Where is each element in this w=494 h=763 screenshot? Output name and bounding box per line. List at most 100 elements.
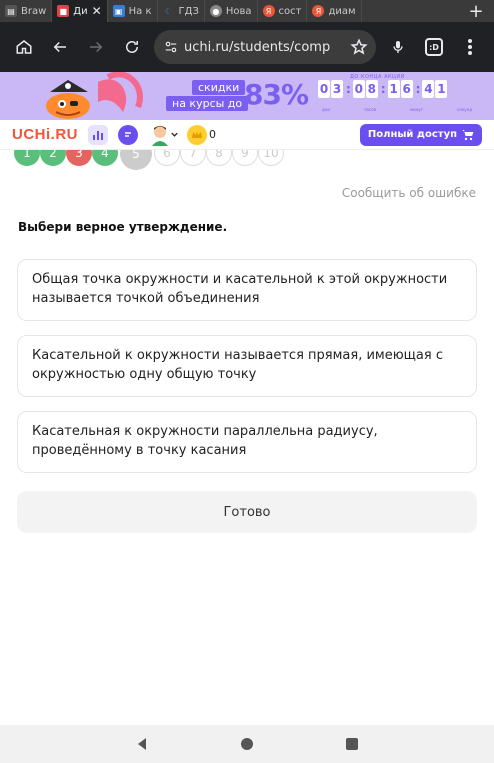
close-icon[interactable]: ✕	[92, 4, 102, 18]
tab-label: ГДЗ	[178, 5, 199, 17]
browser-tab[interactable]: ▤ Braw	[0, 0, 53, 22]
home-button[interactable]	[6, 29, 42, 65]
yandex-icon: Я	[312, 5, 325, 17]
timer-separator: :	[346, 82, 351, 96]
site-favicon-icon: ■	[57, 5, 70, 17]
tab-switcher-button[interactable]: :D	[416, 29, 452, 65]
full-access-label: Полный доступ	[367, 129, 457, 140]
timer-digit: 8	[365, 80, 378, 98]
countdown-timer: 0 3 : 0 8 : 1 6 : 4 1	[318, 80, 448, 98]
tab-label: сост	[278, 5, 302, 17]
timer-digit: 1	[435, 80, 448, 98]
browser-toolbar: uchi.ru/students/comp :D	[0, 22, 494, 72]
arrow-left-icon	[53, 41, 66, 53]
timer-unit: часов	[364, 107, 376, 112]
tab-count: :D	[425, 38, 443, 56]
reload-button[interactable]	[114, 29, 150, 65]
timer-unit: дни	[322, 107, 330, 112]
new-tab-button[interactable]: +	[458, 0, 494, 22]
cart-icon	[462, 129, 474, 140]
promo-percent: 83%	[244, 78, 309, 111]
answer-option[interactable]: Касательной к окружности называется прям…	[17, 335, 477, 397]
browser-menu-button[interactable]	[452, 29, 488, 65]
back-button[interactable]	[42, 29, 78, 65]
site-favicon-icon: ▣	[112, 5, 125, 17]
chrome-icon: ●	[209, 5, 222, 17]
full-access-button[interactable]: Полный доступ	[359, 123, 482, 146]
chat-button[interactable]	[118, 124, 138, 145]
browser-tab[interactable]: ▣ На к	[108, 0, 158, 22]
tab-label: диам	[328, 5, 356, 17]
progress-step-done[interactable]: 4	[92, 150, 118, 166]
browser-tab-active[interactable]: ■ Ди ✕	[52, 0, 108, 22]
tab-label: На к	[128, 5, 152, 17]
promo-banner[interactable]: скидки на курсы до 83% ДО КОНЦА АКЦИИ 0 …	[0, 72, 494, 120]
timer-digit: 0	[352, 80, 365, 98]
timer-separator: :	[380, 82, 386, 96]
home-icon	[16, 40, 32, 54]
forward-button[interactable]	[78, 29, 114, 65]
nav-back-icon[interactable]	[135, 737, 149, 751]
voice-search-button[interactable]	[380, 29, 416, 65]
progress-step-pending: 8	[206, 150, 232, 166]
chevron-down-icon	[171, 132, 178, 137]
tab-label: Braw	[21, 5, 47, 17]
pirate-mascot-icon	[46, 72, 143, 119]
timer-digit: 4	[422, 80, 435, 98]
site-header: UCHi.RU 0 Полный доступ	[0, 120, 494, 150]
timer-digit: 6	[400, 80, 413, 98]
progress-step-done[interactable]: 2	[40, 150, 66, 166]
stats-button[interactable]	[88, 124, 108, 145]
yandex-icon: Я	[262, 5, 275, 17]
progress-step-pending: 10	[258, 150, 284, 166]
task-progress: 1 2 3 4 5 6 7 8 9 10	[14, 150, 294, 172]
browser-tab[interactable]: ● Нова	[205, 0, 258, 22]
browser-tab[interactable]: Я диам	[307, 0, 362, 22]
more-vertical-icon	[468, 39, 472, 55]
site-settings-icon[interactable]	[164, 40, 178, 54]
tab-label: Ди	[73, 5, 88, 17]
coins-counter[interactable]: 0	[187, 124, 216, 145]
progress-step-pending: 7	[180, 150, 206, 166]
promo-text: скидки	[192, 80, 246, 95]
progress-step-wrong[interactable]: 3	[66, 150, 92, 166]
tab-label: Нова	[225, 5, 252, 17]
moon-icon: ☾	[164, 6, 173, 16]
system-nav-bar	[0, 725, 494, 763]
uchi-logo[interactable]: UCHi.RU	[12, 126, 78, 143]
nav-recents-icon[interactable]	[345, 737, 359, 751]
timer-digit: 0	[318, 80, 330, 98]
browser-tab-strip: ▤ Braw ■ Ди ✕ ▣ На к ☾ ГДЗ ● Нова Я сост…	[0, 0, 494, 22]
reload-icon	[126, 40, 138, 53]
bar-chart-icon	[93, 130, 103, 140]
answer-option[interactable]: Касательная к окружности параллельна рад…	[17, 411, 477, 473]
chat-icon	[125, 131, 131, 137]
progress-step-pending: 6	[154, 150, 180, 166]
progress-step-done[interactable]: 1	[14, 150, 40, 166]
timer-digit: 1	[387, 80, 400, 98]
star-icon[interactable]	[350, 38, 368, 56]
arrow-right-icon	[90, 41, 103, 53]
progress-step-current[interactable]: 5	[120, 150, 152, 170]
progress-step-pending: 9	[232, 150, 258, 166]
question-text: Выбери верное утверждение.	[18, 220, 228, 234]
microphone-icon	[393, 41, 403, 53]
url-text[interactable]: uchi.ru/students/comp	[184, 40, 350, 55]
crown-coin-icon	[187, 124, 207, 145]
timer-separator: :	[415, 82, 421, 96]
promo-text: на курсы до	[166, 96, 249, 111]
answer-option[interactable]: Общая точка окружности и касательной к э…	[17, 259, 477, 321]
avatar	[152, 125, 168, 146]
timer-digit: 3	[331, 80, 343, 98]
browser-tab[interactable]: Я сост	[258, 0, 308, 22]
nav-home-icon[interactable]	[240, 737, 254, 751]
timer-units: дни часов минут секунд	[322, 107, 472, 112]
avatar-menu[interactable]	[150, 124, 179, 146]
document-icon: ▤	[5, 5, 17, 17]
timer-unit: секунд	[457, 107, 472, 112]
browser-tab[interactable]: ☾ ГДЗ	[158, 0, 205, 22]
coins-value: 0	[209, 128, 216, 141]
report-error-link[interactable]: Сообщить об ошибке	[342, 186, 476, 200]
address-bar[interactable]: uchi.ru/students/comp	[154, 30, 376, 64]
done-button[interactable]: Готово	[17, 491, 477, 533]
